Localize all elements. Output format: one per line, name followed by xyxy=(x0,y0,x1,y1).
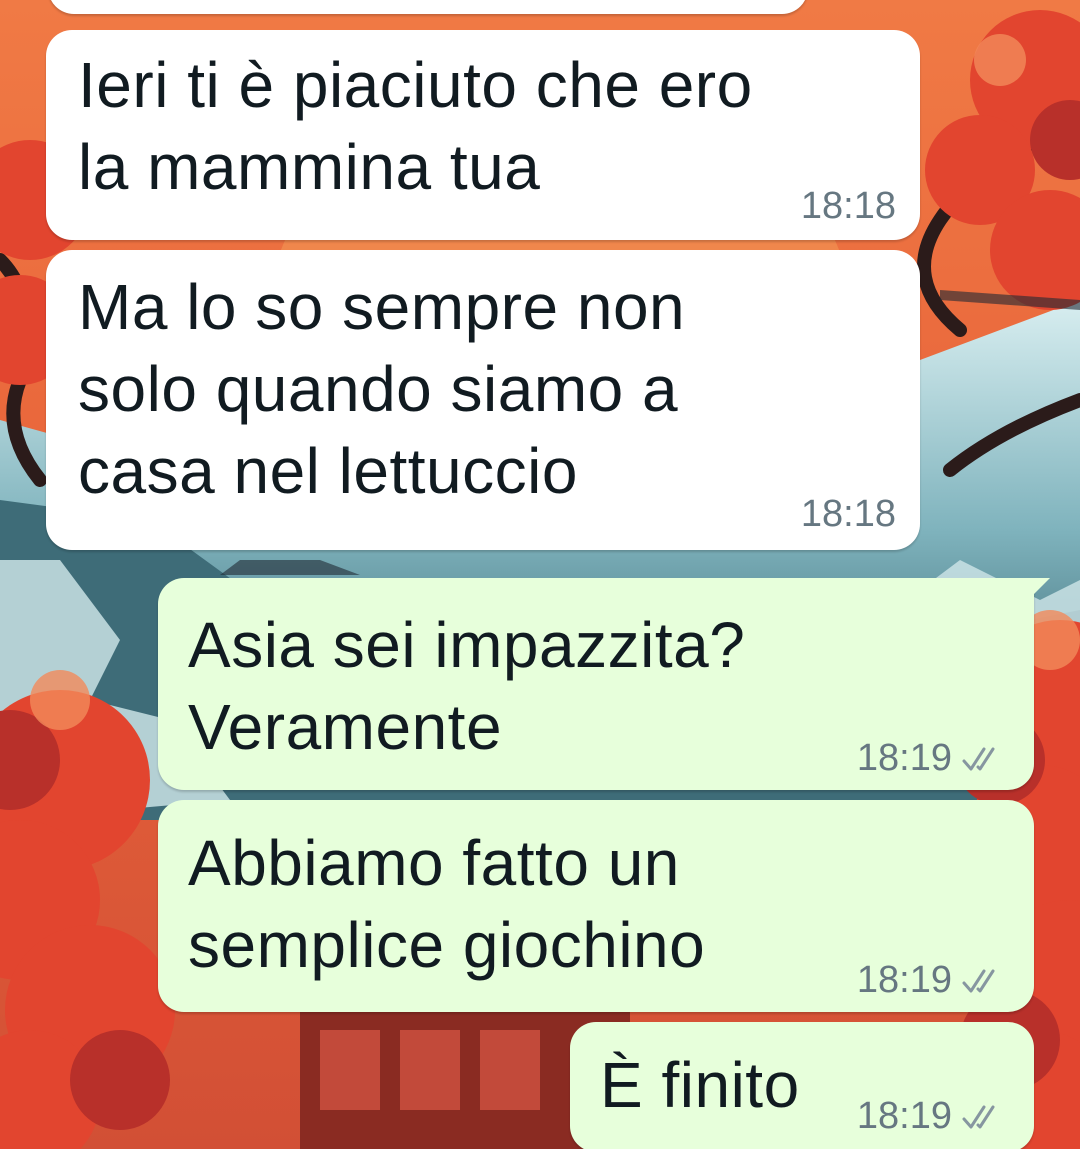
message-text: Ieri ti è piaciuto che ero la mammina tu… xyxy=(78,49,753,203)
chat-message-list[interactable]: Ieri ti è piaciuto che ero la mammina tu… xyxy=(0,0,1080,1149)
outgoing-message-bubble[interactable]: È finito 18:19 xyxy=(570,1022,1034,1149)
outgoing-message-bubble[interactable]: Abbiamo fatto un semplice giochino 18:19 xyxy=(158,800,1034,1012)
message-meta: 18:19 xyxy=(857,1095,1008,1138)
message-timestamp: 18:18 xyxy=(800,185,896,227)
incoming-message-bubble[interactable]: Ma lo so sempre non solo quando siamo a … xyxy=(46,250,920,550)
message-timestamp: 18:19 xyxy=(856,1095,952,1137)
double-check-icon xyxy=(962,747,995,770)
message-meta: 18:19 xyxy=(857,959,1008,1002)
message-text: Ma lo so sempre non solo quando siamo a … xyxy=(78,271,686,507)
message-meta: 18:18 xyxy=(801,185,896,228)
message-meta: 18:18 xyxy=(801,493,896,536)
message-timestamp: 18:18 xyxy=(800,493,896,535)
incoming-message-bubble[interactable]: Ieri ti è piaciuto che ero la mammina tu… xyxy=(46,30,920,240)
previous-message-bubble[interactable] xyxy=(48,0,808,14)
double-check-icon xyxy=(962,969,995,992)
message-meta: 18:19 xyxy=(857,737,1008,780)
double-check-icon xyxy=(962,1105,995,1128)
message-text: Abbiamo fatto un semplice giochino xyxy=(188,827,706,981)
message-text: È finito xyxy=(600,1049,800,1121)
message-text: Asia sei impazzita? Veramente xyxy=(188,609,746,763)
bubble-tail xyxy=(1028,578,1050,600)
message-timestamp: 18:19 xyxy=(856,737,952,779)
message-timestamp: 18:19 xyxy=(856,959,952,1001)
outgoing-message-bubble[interactable]: Asia sei impazzita? Veramente 18:19 xyxy=(158,578,1050,790)
